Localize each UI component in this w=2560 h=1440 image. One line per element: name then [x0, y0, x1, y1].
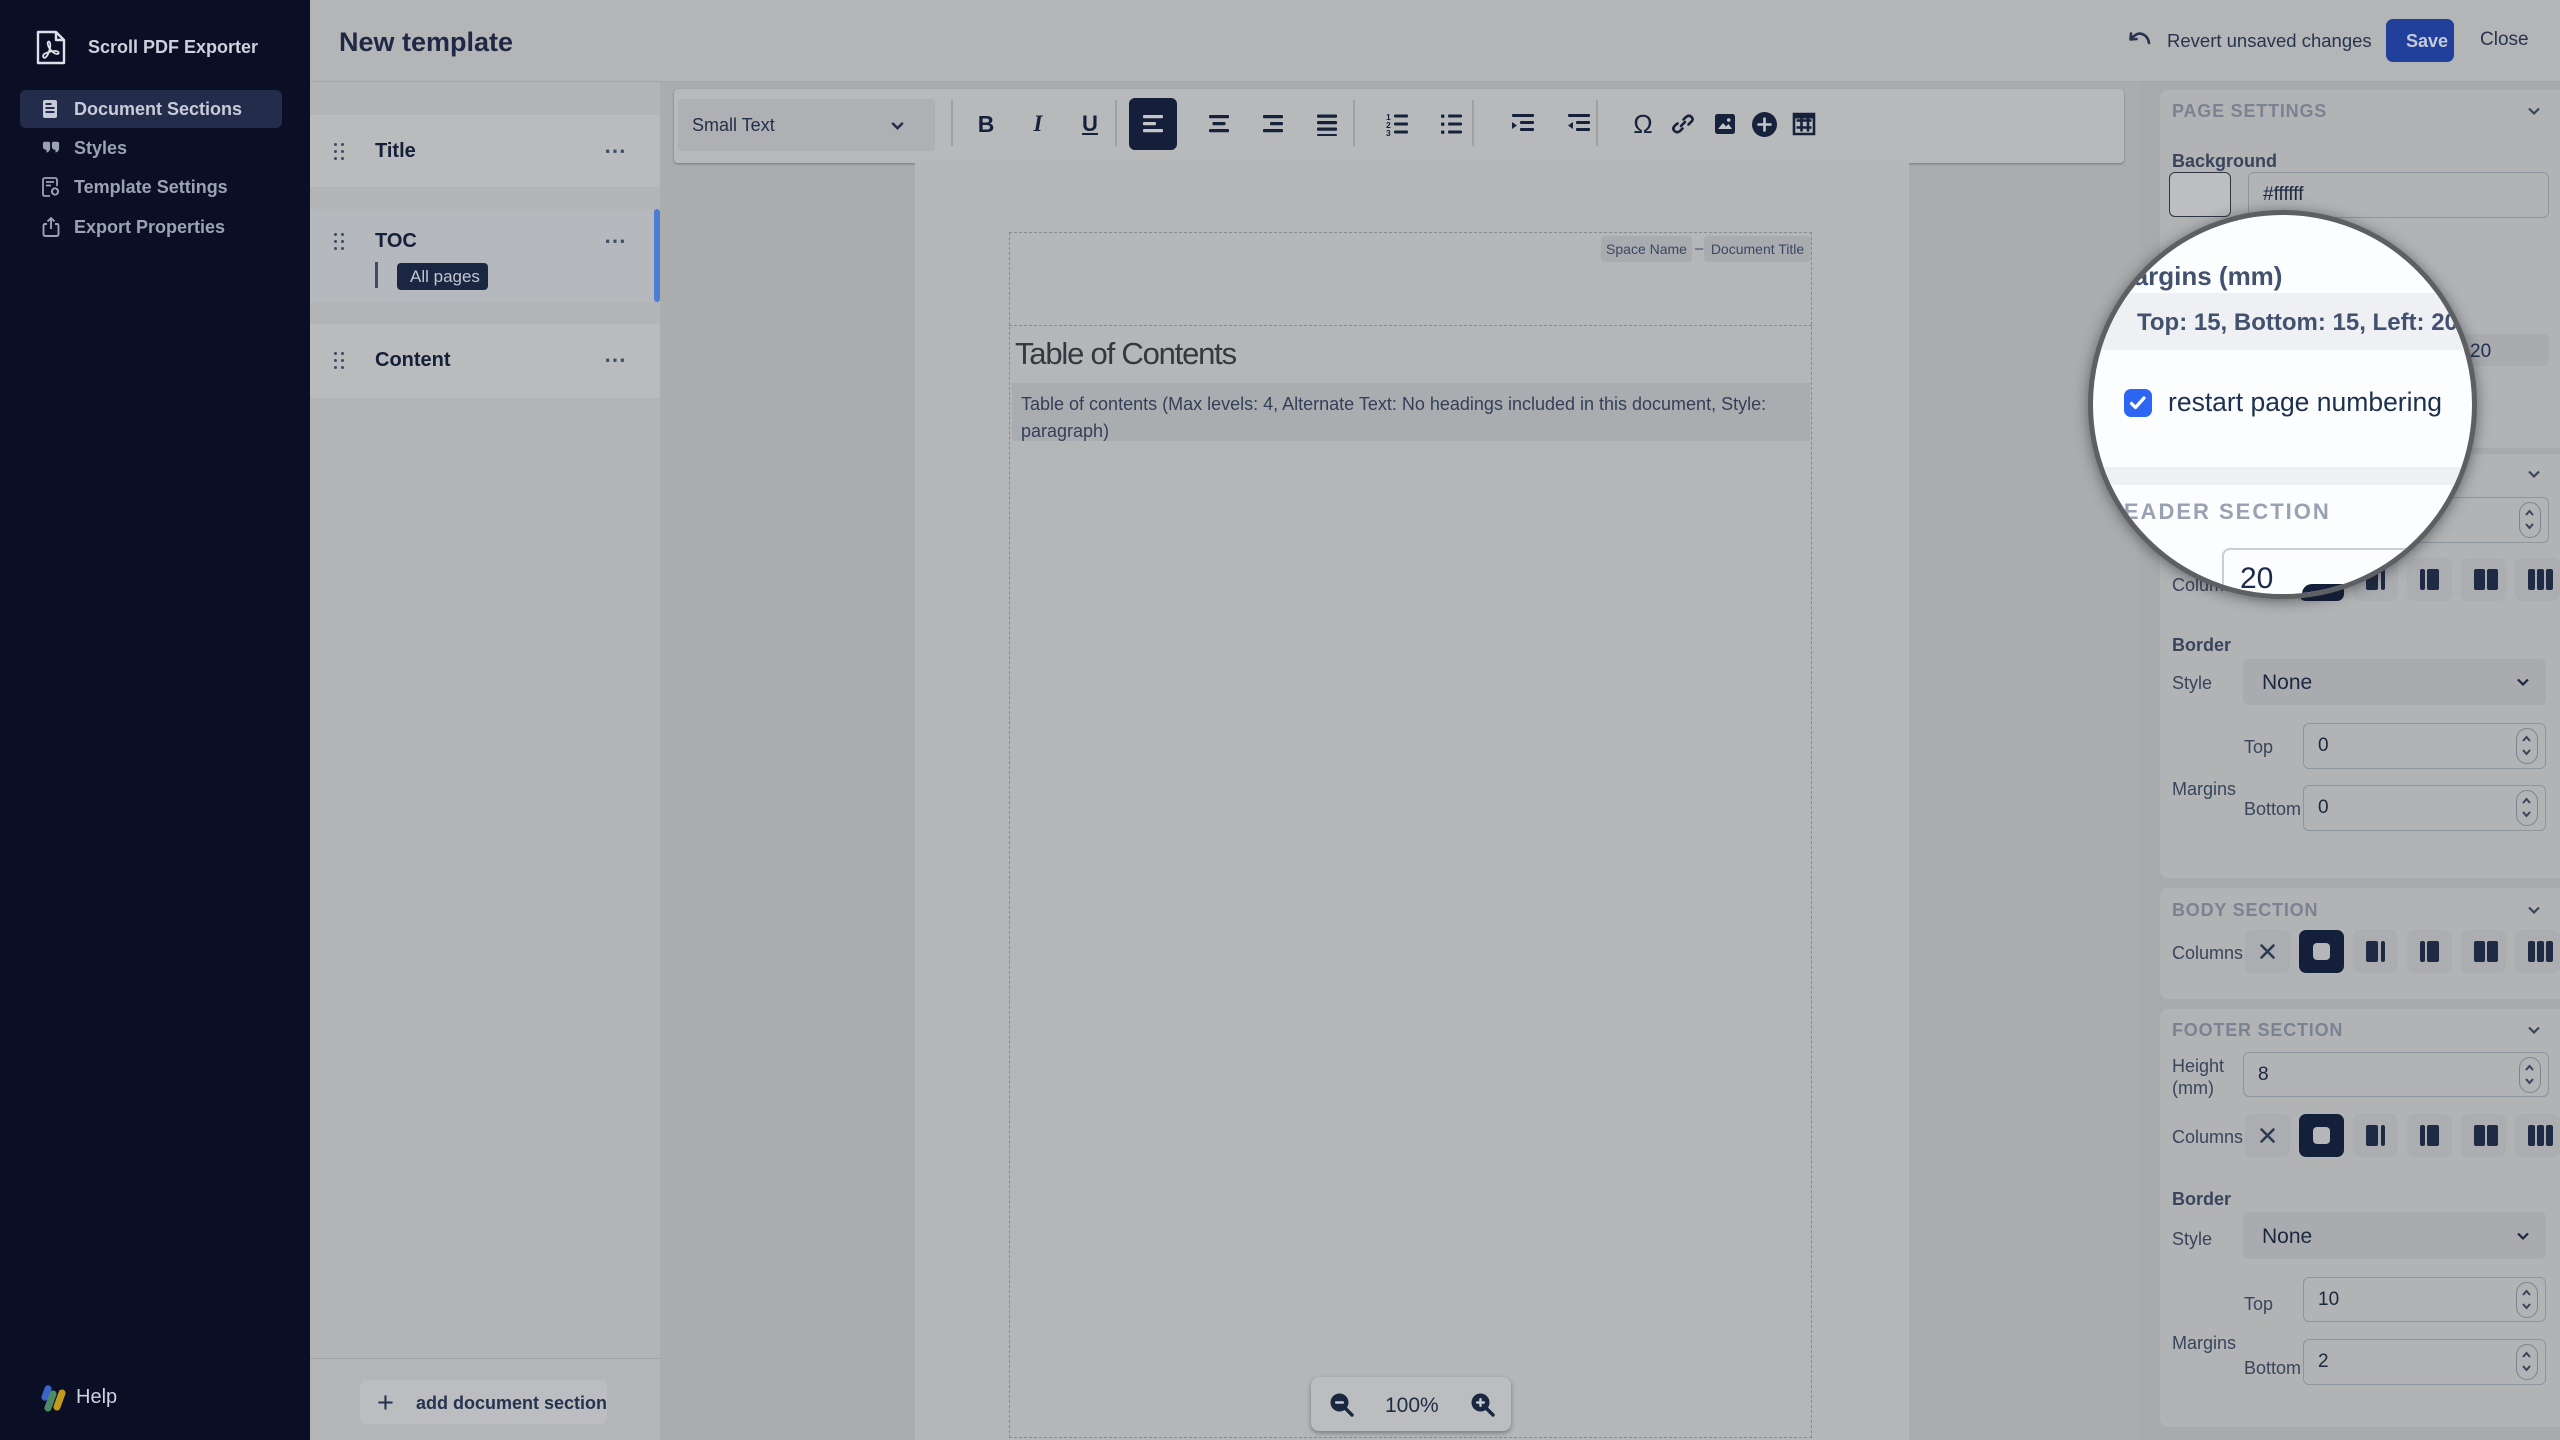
svg-text:3: 3	[1386, 128, 1391, 136]
